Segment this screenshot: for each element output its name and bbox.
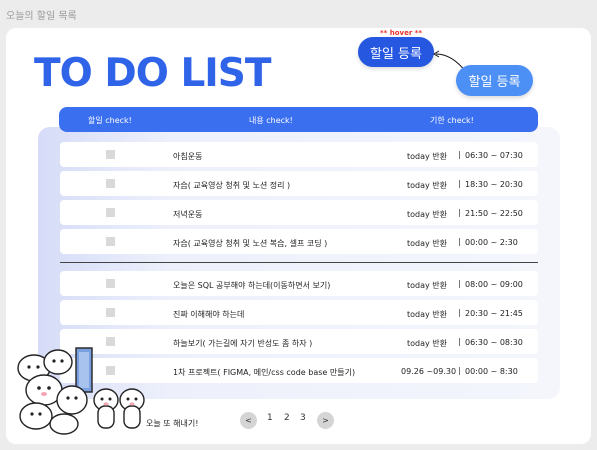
- row-time: 18:30 ~ 20:30: [465, 180, 523, 189]
- row-content: 하늘보기( 가는길에 자기 반성도 좀 하자 ): [173, 339, 313, 348]
- row-due: today 반환: [407, 339, 448, 348]
- add-todo-button[interactable]: 할일 등록: [456, 65, 533, 96]
- column-header-content: 내용 check!: [249, 116, 293, 125]
- row-separator: |: [458, 337, 461, 346]
- row-checkbox[interactable]: [106, 150, 115, 159]
- row-separator: |: [458, 308, 461, 317]
- table-row: 오늘은 SQL 공부해야 하는데(이동하면서 보기) today 반환 | 08…: [60, 271, 538, 296]
- row-content: 저녁운동: [173, 210, 203, 219]
- row-due: today 반환: [407, 152, 448, 161]
- pagination-page-3[interactable]: 3: [300, 413, 306, 423]
- row-due: 09.26 ~09.30: [401, 367, 457, 376]
- row-separator: |: [458, 237, 461, 246]
- row-time: 20:30 ~ 21:45: [465, 309, 523, 318]
- pagination-prev-button[interactable]: <: [240, 412, 257, 429]
- row-time: 08:00 ~ 09:00: [465, 280, 523, 289]
- add-todo-button-hover[interactable]: 할일 등록: [358, 37, 434, 67]
- row-separator: |: [458, 150, 461, 159]
- pagination-page-1[interactable]: 1: [267, 413, 273, 423]
- row-content: 아침운동: [173, 152, 203, 161]
- row-due: today 반환: [407, 281, 448, 290]
- row-content: 1차 프로젝트( FIGMA, 메인/css code base 만들기): [173, 368, 356, 377]
- row-time: 21:50 ~ 22:50: [465, 209, 523, 218]
- footer-text: 오늘 또 해내기!: [146, 419, 199, 428]
- page-title: TO DO LIST: [34, 51, 271, 96]
- pagination-page-2[interactable]: 2: [284, 413, 290, 423]
- column-header-check: 할일 check!: [88, 116, 132, 125]
- table-row: 아침운동 today 반환 | 06:30 ~ 07:30: [60, 142, 538, 167]
- table-row: 자습( 교육영상 청취 및 노션 정리 ) today 반환 | 18:30 ~…: [60, 171, 538, 196]
- row-due: today 반환: [407, 310, 448, 319]
- row-due: today 반환: [407, 239, 448, 248]
- row-due: today 반환: [407, 210, 448, 219]
- row-checkbox[interactable]: [106, 308, 115, 317]
- row-time: 06:30 ~ 07:30: [465, 151, 523, 160]
- table-row: 진짜 이해해야 하는데 today 반환 | 20:30 ~ 21:45: [60, 300, 538, 325]
- row-time: 06:30 ~ 08:30: [465, 338, 523, 347]
- row-content: 진짜 이해해야 하는데: [173, 310, 245, 319]
- row-checkbox[interactable]: [106, 208, 115, 217]
- row-checkbox[interactable]: [106, 279, 115, 288]
- row-checkbox[interactable]: [106, 237, 115, 246]
- row-time: 00:00 ~ 8:30: [465, 367, 518, 376]
- column-header-bar: 할일 check! 내용 check! 기한 check!: [59, 107, 538, 132]
- table-row: 저녁운동 today 반환 | 21:50 ~ 22:50: [60, 200, 538, 225]
- mascot-bears-illustration: [17, 347, 145, 435]
- table-row: 자습( 교육영상 청취 및 노션 복습, 셀프 코딩 ) today 반환 | …: [60, 229, 538, 254]
- row-separator: |: [458, 366, 461, 375]
- pagination-next-button[interactable]: >: [317, 412, 334, 429]
- row-separator: |: [458, 279, 461, 288]
- row-content: 자습( 교육영상 청취 및 노션 정리 ): [173, 181, 291, 190]
- row-due: today 반환: [407, 181, 448, 190]
- row-separator: |: [458, 208, 461, 217]
- row-content: 오늘은 SQL 공부해야 하는데(이동하면서 보기): [173, 281, 331, 290]
- frame-label: 오늘의 할일 목록: [6, 11, 77, 22]
- row-separator: |: [458, 179, 461, 188]
- section-divider: [60, 262, 538, 263]
- hover-annotation: ** hover **: [380, 29, 423, 37]
- row-checkbox[interactable]: [106, 179, 115, 188]
- column-header-due: 기한 check!: [430, 116, 474, 125]
- row-time: 00:00 ~ 2:30: [465, 238, 518, 247]
- row-content: 자습( 교육영상 청취 및 노션 복습, 셀프 코딩 ): [173, 239, 328, 248]
